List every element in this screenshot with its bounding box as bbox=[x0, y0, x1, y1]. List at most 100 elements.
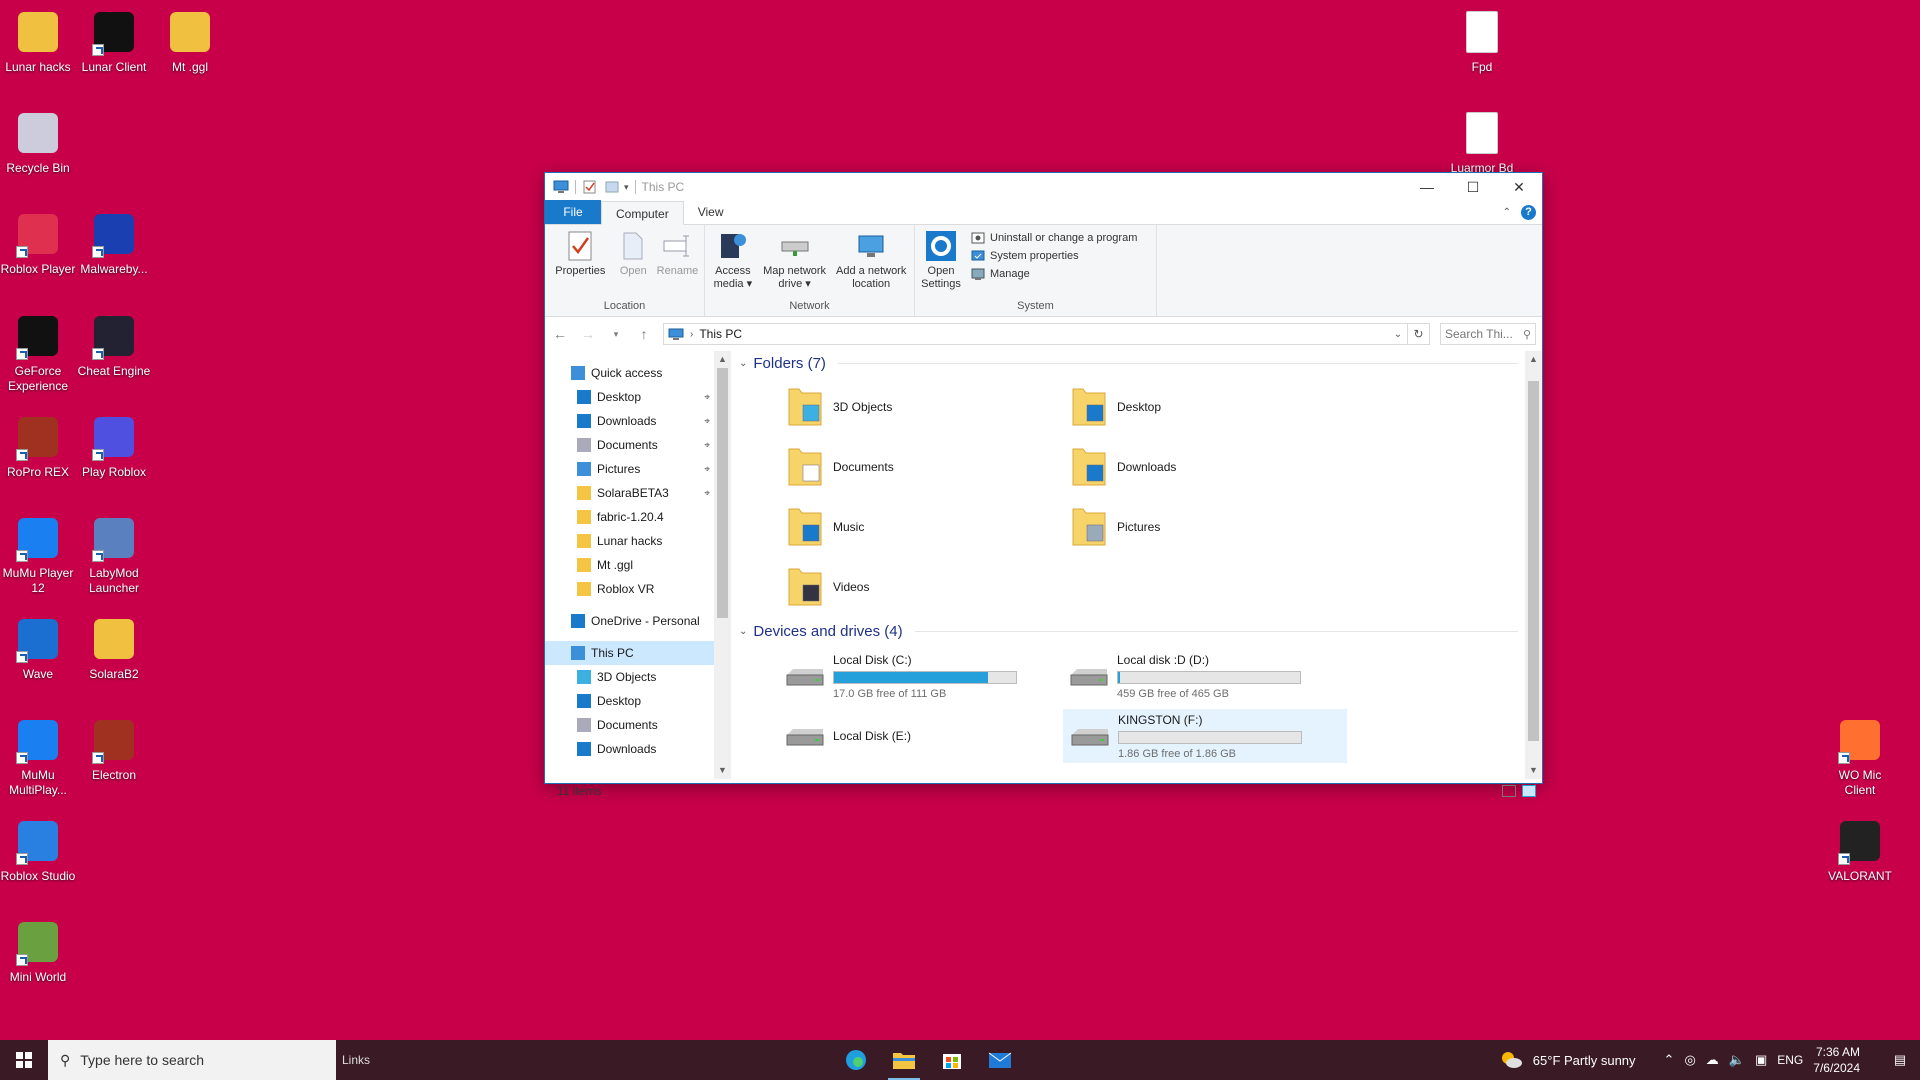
new-folder-quick-icon[interactable] bbox=[604, 180, 620, 194]
drive-item[interactable]: Local disk :D (D:) 459 GB free of 465 GB bbox=[1063, 649, 1347, 703]
folder-item[interactable]: Desktop bbox=[1069, 383, 1353, 431]
desktop-icon[interactable]: VALORANT bbox=[1822, 817, 1898, 884]
nav-pc-item[interactable]: Downloads bbox=[545, 737, 714, 761]
breadcrumb[interactable]: This PC bbox=[699, 327, 742, 341]
desktop-icon[interactable]: MuMu Player 12 bbox=[0, 514, 76, 596]
tab-computer[interactable]: Computer bbox=[601, 201, 684, 225]
rename-button[interactable]: Rename bbox=[655, 229, 700, 300]
store-taskbar-button[interactable] bbox=[928, 1040, 976, 1080]
desktop-icon[interactable]: WO Mic Client bbox=[1822, 716, 1898, 798]
links-toolbar[interactable]: Links bbox=[342, 1053, 370, 1067]
drive-item[interactable]: Local Disk (C:) 17.0 GB free of 111 GB bbox=[779, 649, 1063, 703]
folder-item[interactable]: Music bbox=[785, 503, 1069, 551]
refresh-button[interactable]: ↻ bbox=[1408, 323, 1430, 345]
desktop-icon[interactable]: Fpd bbox=[1444, 8, 1520, 75]
up-button[interactable]: ↑ bbox=[635, 326, 653, 342]
open-settings-button[interactable]: Open Settings bbox=[919, 229, 963, 300]
desktop-icon[interactable]: Recycle Bin bbox=[0, 109, 76, 176]
add-network-location-button[interactable]: Add a network location bbox=[832, 229, 910, 300]
search-input[interactable] bbox=[1445, 327, 1515, 341]
nav-quick-access[interactable]: Quick access bbox=[545, 361, 714, 385]
desktop-icon[interactable]: RoPro REX bbox=[0, 413, 76, 480]
taskbar-search-input[interactable] bbox=[80, 1052, 321, 1068]
desktop-icon[interactable]: Roblox Studio bbox=[0, 817, 76, 884]
desktop-icon[interactable]: Play Roblox bbox=[76, 413, 152, 480]
desktop-icon[interactable]: Roblox Player bbox=[0, 210, 76, 277]
mic-tray-icon[interactable]: ◎ bbox=[1684, 1052, 1695, 1068]
show-hidden-icons-icon[interactable]: ⌃ bbox=[1664, 1052, 1675, 1068]
folder-item[interactable]: Videos bbox=[785, 563, 1069, 611]
open-button[interactable]: Open bbox=[614, 229, 653, 300]
title-bar[interactable]: ▾ This PC — ☐ ✕ bbox=[545, 173, 1542, 201]
scroll-up-icon[interactable]: ▲ bbox=[1525, 351, 1542, 368]
notifications-icon[interactable]: ▤ bbox=[1880, 1052, 1920, 1068]
properties-quick-icon[interactable] bbox=[582, 180, 598, 194]
volume-icon[interactable]: 🔈 bbox=[1729, 1052, 1745, 1068]
maximize-button[interactable]: ☐ bbox=[1450, 173, 1496, 201]
nav-quick-item[interactable]: fabric-1.20.4 bbox=[545, 505, 714, 529]
address-dropdown-icon[interactable]: ⌄ bbox=[1389, 329, 1407, 340]
scroll-thumb[interactable] bbox=[1528, 381, 1539, 741]
nav-this-pc[interactable]: This PC bbox=[545, 641, 714, 665]
drive-item[interactable]: Local Disk (E:) bbox=[779, 709, 1063, 763]
desktop-icon[interactable]: Electron bbox=[76, 716, 152, 783]
desktop-icon[interactable]: SolaraB2 bbox=[76, 615, 152, 682]
nav-quick-item[interactable]: SolaraBETA3 ⌖ bbox=[545, 481, 714, 505]
nav-quick-item[interactable]: Downloads ⌖ bbox=[545, 409, 714, 433]
file-explorer-taskbar-button[interactable] bbox=[880, 1040, 928, 1080]
folder-item[interactable]: 3D Objects bbox=[785, 383, 1069, 431]
drive-item[interactable]: KINGSTON (F:) 1.86 GB free of 1.86 GB bbox=[1063, 709, 1347, 763]
desktop-icon[interactable]: Cheat Engine bbox=[76, 312, 152, 379]
scroll-down-icon[interactable]: ▼ bbox=[1525, 762, 1542, 779]
onedrive-tray-icon[interactable]: ☁ bbox=[1706, 1052, 1719, 1068]
search-box[interactable]: ⚲ bbox=[1440, 323, 1536, 345]
customize-qat-icon[interactable]: ▾ bbox=[624, 182, 629, 193]
folder-item[interactable]: Documents bbox=[785, 443, 1069, 491]
desktop-icon[interactable]: Malwareby... bbox=[76, 210, 152, 277]
desktop-icon[interactable]: Lunar hacks bbox=[0, 8, 76, 75]
forward-button[interactable]: → bbox=[579, 326, 597, 342]
desktop-icon[interactable]: GeForce Experience bbox=[0, 312, 76, 394]
desktop-icon[interactable]: Luarmor Bd bbox=[1444, 109, 1520, 176]
system-properties-button[interactable]: System properties bbox=[971, 249, 1137, 263]
nav-pc-item[interactable]: 3D Objects bbox=[545, 665, 714, 689]
folders-section-header[interactable]: ⌄ Folders (7) bbox=[739, 351, 1542, 375]
nav-pc-item[interactable]: Desktop bbox=[545, 689, 714, 713]
tab-file[interactable]: File bbox=[545, 200, 601, 224]
start-button[interactable] bbox=[0, 1040, 48, 1080]
access-media-button[interactable]: Access media ▾ bbox=[709, 229, 757, 300]
desktop-icon[interactable]: MuMu MultiPlay... bbox=[0, 716, 76, 798]
desktop-icon[interactable]: Lunar Client bbox=[76, 8, 152, 75]
desktop-icon[interactable]: Wave bbox=[0, 615, 76, 682]
nav-pc-item[interactable]: Documents bbox=[545, 713, 714, 737]
nav-quick-item[interactable]: Lunar hacks bbox=[545, 529, 714, 553]
language-indicator[interactable]: ENG bbox=[1777, 1053, 1803, 1067]
large-icons-view-icon[interactable] bbox=[1522, 785, 1536, 797]
folder-item[interactable]: Downloads bbox=[1069, 443, 1353, 491]
uninstall-program-button[interactable]: Uninstall or change a program bbox=[971, 231, 1137, 245]
taskbar-search[interactable]: ⚲ bbox=[48, 1040, 336, 1080]
manage-button[interactable]: Manage bbox=[971, 267, 1137, 281]
back-button[interactable]: ← bbox=[551, 326, 569, 342]
drives-section-header[interactable]: ⌄ Devices and drives (4) bbox=[739, 619, 1542, 643]
details-view-icon[interactable] bbox=[1502, 785, 1516, 797]
content-scrollbar[interactable]: ▲ ▼ bbox=[1525, 351, 1542, 779]
network-icon[interactable]: ▣ bbox=[1755, 1052, 1767, 1068]
address-bar[interactable]: › This PC ⌄ bbox=[663, 323, 1408, 345]
minimize-button[interactable]: — bbox=[1404, 173, 1450, 201]
desktop-icon[interactable]: Mini World bbox=[0, 918, 76, 985]
edge-taskbar-button[interactable] bbox=[832, 1040, 880, 1080]
weather-text[interactable]: 65°F Partly sunny bbox=[1533, 1053, 1636, 1068]
collapse-ribbon-icon[interactable]: ⌃ bbox=[1503, 207, 1511, 218]
nav-quick-item[interactable]: Mt .ggl bbox=[545, 553, 714, 577]
nav-quick-item[interactable]: Documents ⌖ bbox=[545, 433, 714, 457]
desktop-icon[interactable]: Mt .ggl bbox=[152, 8, 228, 75]
folder-item[interactable]: Pictures bbox=[1069, 503, 1353, 551]
map-network-drive-button[interactable]: Map network drive ▾ bbox=[759, 229, 831, 300]
nav-quick-item[interactable]: Pictures ⌖ bbox=[545, 457, 714, 481]
help-icon[interactable]: ? bbox=[1521, 205, 1536, 220]
mail-taskbar-button[interactable] bbox=[976, 1040, 1024, 1080]
scroll-down-icon[interactable]: ▼ bbox=[714, 762, 731, 779]
tab-view[interactable]: View bbox=[684, 200, 738, 224]
recent-locations-button[interactable]: ▾ bbox=[607, 329, 625, 340]
